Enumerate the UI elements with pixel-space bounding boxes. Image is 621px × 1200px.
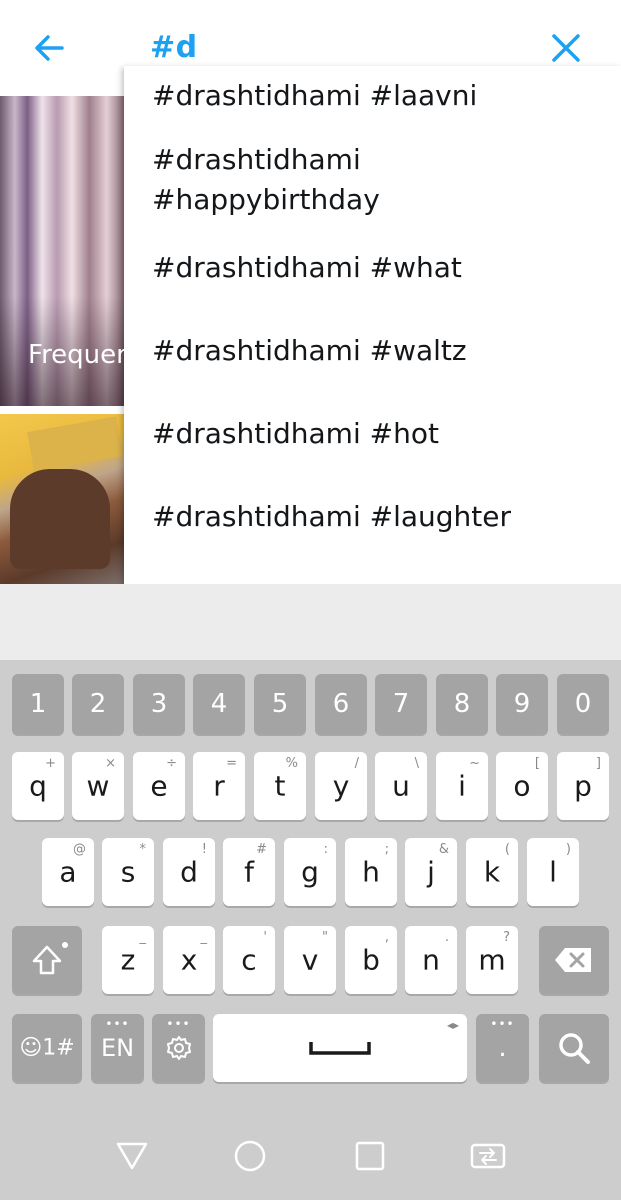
key-0[interactable]: 0	[557, 674, 609, 734]
key-z[interactable]: _ z	[102, 926, 154, 994]
key-x[interactable]: _ x	[163, 926, 215, 994]
switch-apps-icon	[470, 1143, 506, 1169]
space-key[interactable]: ◂▸	[213, 1014, 467, 1082]
key-m[interactable]: ? m	[466, 926, 518, 994]
key-d[interactable]: ! d	[163, 838, 215, 906]
suggestion-item[interactable]: #drashtidhami #laughter	[152, 497, 602, 537]
language-key[interactable]: ••• EN	[91, 1014, 144, 1082]
key-r[interactable]: = r	[193, 752, 245, 820]
key-b[interactable]: ,b	[345, 926, 397, 994]
search-icon	[559, 1033, 590, 1064]
gif-tile[interactable]	[0, 414, 124, 584]
nav-back-button[interactable]	[112, 1136, 152, 1176]
key-t[interactable]: % t	[254, 752, 306, 820]
key-i[interactable]: ~ i	[436, 752, 488, 820]
key-h[interactable]: ; h	[345, 838, 397, 906]
search-input[interactable]: #d	[150, 30, 198, 65]
search-key[interactable]	[539, 1014, 609, 1082]
shift-indicator-dot	[62, 942, 68, 948]
gif-tile-label: Frequen	[28, 340, 133, 370]
triangle-back-icon	[116, 1142, 148, 1170]
backspace-key[interactable]	[539, 926, 609, 994]
key-a[interactable]: @ a	[42, 838, 94, 906]
shift-icon	[32, 945, 62, 975]
key-n[interactable]: .n	[405, 926, 457, 994]
hashtag-suggestions-dropdown: #drashtidhami #laavni #drashtidhami #hap…	[124, 66, 621, 585]
emoji-symbols-key[interactable]: ☺1#	[12, 1014, 82, 1082]
tile-figure	[10, 469, 110, 569]
settings-key[interactable]: •••	[152, 1014, 205, 1082]
key-l[interactable]: ) l	[527, 838, 579, 906]
key-j[interactable]: & j	[405, 838, 457, 906]
suggestion-item[interactable]: #drashtidhami #happybirthday	[152, 140, 602, 220]
key-y[interactable]: / y	[315, 752, 367, 820]
gear-icon	[166, 1036, 191, 1060]
suggestion-item[interactable]: #drashtidhami #laavni	[152, 76, 602, 116]
nav-home-button[interactable]	[230, 1136, 270, 1176]
back-button[interactable]	[28, 26, 72, 70]
period-key[interactable]: ••• .	[476, 1014, 529, 1082]
clear-search-button[interactable]	[544, 26, 588, 70]
tile-decoration	[27, 416, 123, 472]
key-1[interactable]: 1	[12, 674, 64, 734]
key-o[interactable]: [o	[496, 752, 548, 820]
cursor-arrows-hint: ◂▸	[446, 1018, 459, 1032]
key-6[interactable]: 6	[315, 674, 367, 734]
key-k[interactable]: (k	[466, 838, 518, 906]
key-f[interactable]: # f	[223, 838, 275, 906]
key-s[interactable]: * s	[102, 838, 154, 906]
square-recents-icon	[355, 1141, 385, 1171]
key-8[interactable]: 8	[436, 674, 488, 734]
arrow-left-icon	[35, 35, 64, 61]
keyboard: 1 2 3 4 5 6 7 8 9 0 + q × w ÷ e = r % t / y \ u…	[0, 660, 621, 1110]
key-9[interactable]: 9	[496, 674, 548, 734]
key-5[interactable]: 5	[254, 674, 306, 734]
close-icon	[552, 34, 580, 62]
nav-recents-button[interactable]	[350, 1136, 390, 1176]
key-e[interactable]: ÷ e	[133, 752, 185, 820]
backspace-icon	[555, 948, 591, 972]
key-7[interactable]: 7	[375, 674, 427, 734]
spacebar-icon	[309, 1042, 371, 1055]
key-3[interactable]: 3	[133, 674, 185, 734]
suggestion-line: #drashtidhami	[152, 143, 361, 176]
key-u[interactable]: \ u	[375, 752, 427, 820]
key-c[interactable]: ' c	[223, 926, 275, 994]
shift-key[interactable]	[12, 926, 82, 994]
key-q[interactable]: + q	[12, 752, 64, 820]
suggestion-item[interactable]: #drashtidhami #what	[152, 248, 602, 288]
system-navigation-bar	[0, 1110, 621, 1200]
key-g[interactable]: :g	[284, 838, 336, 906]
key-p[interactable]: ] p	[557, 752, 609, 820]
key-2[interactable]: 2	[72, 674, 124, 734]
circle-home-icon	[234, 1140, 266, 1172]
key-w[interactable]: × w	[72, 752, 124, 820]
keyboard-top-strip	[0, 584, 621, 660]
suggestion-item[interactable]: #drashtidhami #waltz	[152, 331, 602, 371]
key-4[interactable]: 4	[193, 674, 245, 734]
key-v[interactable]: " v	[284, 926, 336, 994]
suggestion-item[interactable]: #drashtidhami #hot	[152, 414, 602, 454]
nav-switch-apps-button[interactable]	[468, 1136, 508, 1176]
suggestion-line: #happybirthday	[152, 183, 380, 216]
